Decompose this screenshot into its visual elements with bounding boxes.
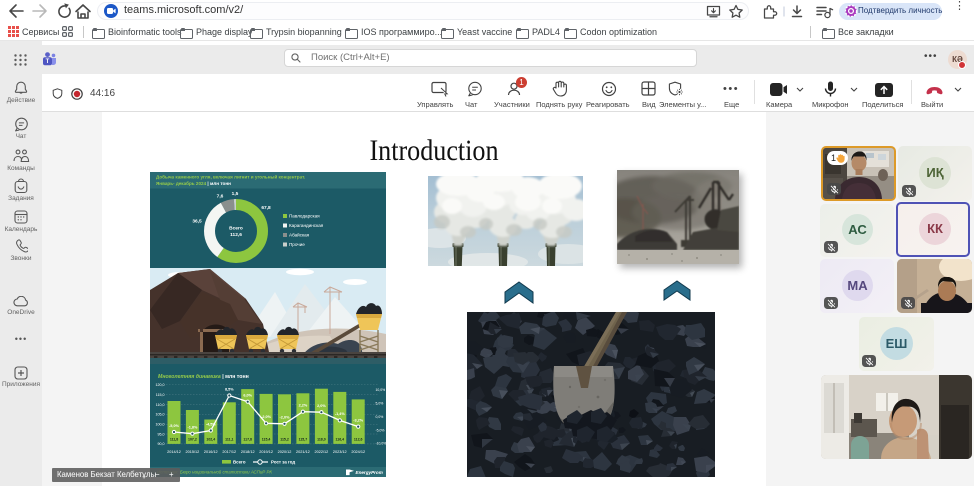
svg-text:Добыча каменного угля, включая: Добыча каменного угля, включая лигнит и … [156,174,305,180]
svg-text:2016/12: 2016/12 [204,450,218,454]
svg-text:116,4: 116,4 [336,438,345,442]
svg-text:36,5: 36,5 [192,219,202,225]
svg-text:112,6: 112,6 [354,438,363,442]
svg-text:95,0: 95,0 [158,432,165,436]
svg-text:111,1: 111,1 [225,438,233,442]
svg-text:2024/12: 2024/12 [351,450,365,454]
svg-text:-1,8%: -1,8% [187,426,198,430]
svg-text:2020/12: 2020/12 [278,450,292,454]
svg-text:-4,5%: -4,5% [206,422,217,426]
svg-text:111,8: 111,8 [170,438,178,442]
svg-text:Всего: Всего [229,226,243,232]
svg-text:Прочие: Прочие [289,242,305,247]
svg-text:Абайская: Абайская [289,232,310,238]
svg-text:-10,0%: -10,0% [376,442,387,446]
svg-text:Рост за год: Рост за год [271,460,295,465]
svg-text:10,0%: 10,0% [376,388,386,392]
svg-text:Карагандинская: Карагандинская [289,223,324,228]
svg-text:Павлодарская: Павлодарская [289,214,320,219]
svg-text:115,4: 115,4 [262,438,271,442]
svg-text:T: T [46,59,50,65]
svg-text:2014/12: 2014/12 [167,450,181,454]
svg-text:2023/12: 2023/12 [333,450,347,454]
svg-text:-5,0%: -5,0% [376,428,385,432]
svg-text:115,7: 115,7 [299,438,308,442]
svg-text:2019/12: 2019/12 [259,450,273,454]
svg-text:107,2: 107,2 [188,438,197,442]
svg-text:2022/12: 2022/12 [315,450,329,454]
svg-text:2,2%: 2,2% [299,404,308,408]
svg-text:115,0: 115,0 [156,393,165,397]
svg-text:2,0%: 2,0% [317,404,326,408]
svg-text:Многолетняя динамика | млн тон: Многолетняя динамика | млн тонн [158,374,249,380]
svg-text:0,0%: 0,0% [376,415,384,419]
svg-text:2017/12: 2017/12 [222,450,236,454]
svg-text:6,0%: 6,0% [243,394,252,398]
svg-text:102,4: 102,4 [206,438,215,442]
svg-text:110,0: 110,0 [156,403,165,407]
svg-text:105,0: 105,0 [156,413,165,417]
svg-text:-2,0%: -2,0% [261,415,272,419]
svg-text:-3,2%: -3,2% [353,418,364,422]
svg-text:5,0%: 5,0% [376,402,384,406]
svg-text:Всего: Всего [233,460,246,465]
svg-text:2015/12: 2015/12 [186,450,200,454]
svg-text:8,5%: 8,5% [225,387,234,391]
svg-text:-5,0%: -5,0% [169,424,180,428]
svg-text:117,8: 117,8 [243,438,252,442]
svg-text:2018/12: 2018/12 [241,450,255,454]
svg-text:90,0: 90,0 [158,442,165,446]
svg-text:Январь- декабрь 2024 | млн тон: Январь- декабрь 2024 | млн тонн [156,180,231,186]
svg-text:-2,0%: -2,0% [280,416,291,420]
svg-text:67,8: 67,8 [261,205,271,211]
svg-text:112,6: 112,6 [230,232,242,238]
svg-text:1,5: 1,5 [232,191,239,197]
svg-text:100,0: 100,0 [156,423,165,427]
svg-text:120,0: 120,0 [156,383,165,387]
svg-text:118,0: 118,0 [317,438,326,442]
svg-text:-1,4%: -1,4% [335,412,346,416]
svg-text:115,2: 115,2 [280,438,289,442]
svg-text:EnergyProm: EnergyProm [356,470,383,475]
svg-text:7,6: 7,6 [217,194,224,200]
svg-text:2021/12: 2021/12 [296,450,310,454]
